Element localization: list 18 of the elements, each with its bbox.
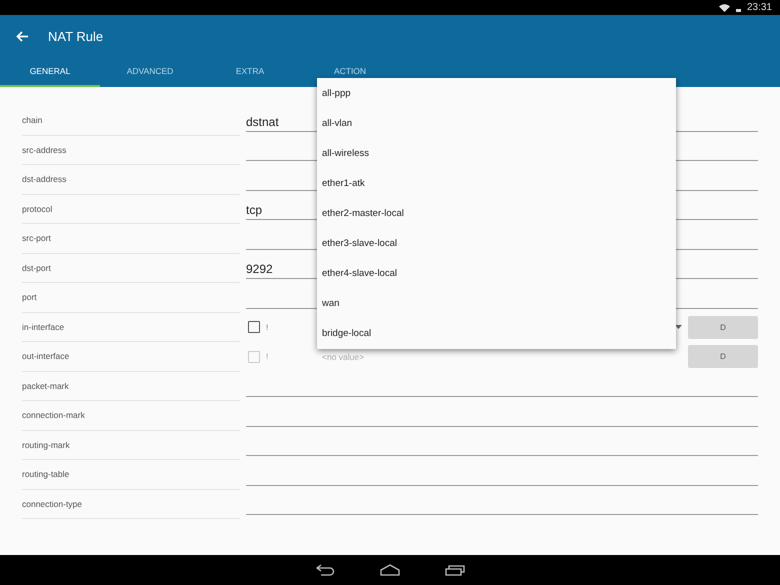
field-label: connection-mark (22, 401, 240, 430)
clock-time: 23:31 (746, 2, 772, 13)
field-label: chain (22, 106, 240, 136)
field-label: packet-mark (22, 372, 240, 401)
field-label: protocol (22, 194, 240, 224)
screen-title: NAT Rule (48, 28, 104, 44)
field-label: routing-mark (22, 430, 240, 460)
field-label: routing-table (22, 460, 240, 490)
field-label: dst-port (22, 254, 240, 283)
field-label: port (22, 283, 240, 312)
negate-label: ! (266, 352, 270, 362)
field-label: out-interface (22, 342, 240, 372)
field-label: connection-type (22, 490, 240, 519)
field-label: src-address (22, 136, 240, 165)
field-label: src-port (22, 224, 240, 254)
field-label: in-interface (22, 312, 240, 342)
field-label: dst-address (22, 165, 240, 194)
negate-label: ! (266, 322, 270, 332)
